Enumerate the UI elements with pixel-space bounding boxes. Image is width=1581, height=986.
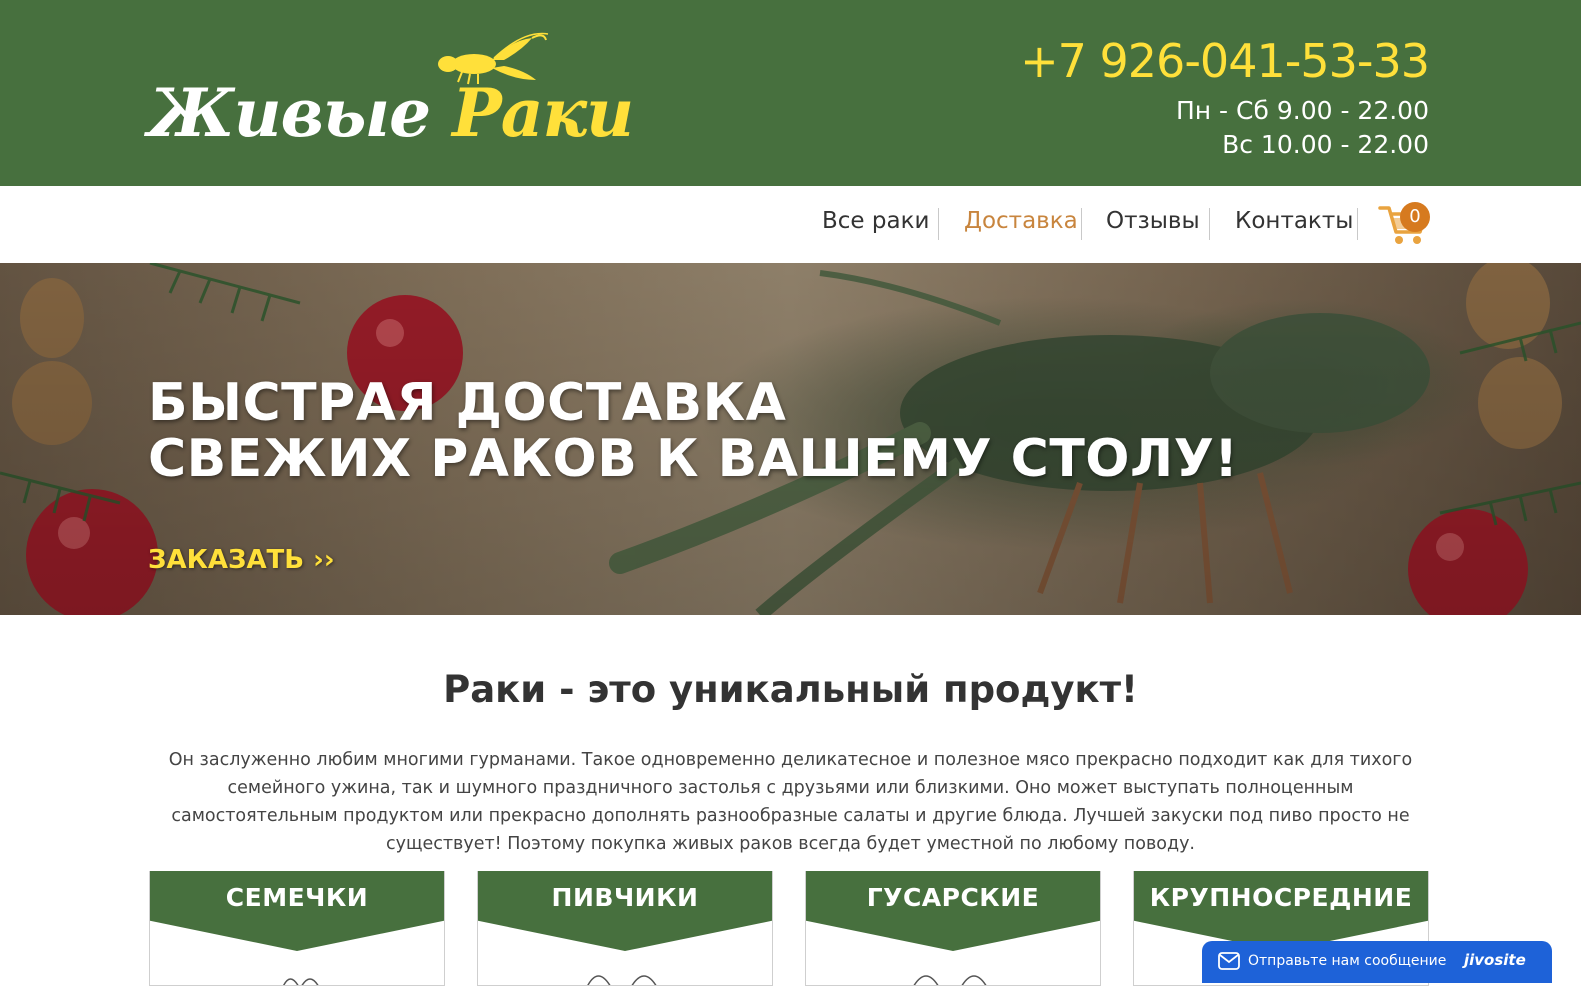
nav-item-reviews[interactable]: Отзывы [1106, 208, 1200, 234]
nav-divider [1357, 208, 1358, 240]
hero-title: БЫСТРАЯ ДОСТАВКА СВЕЖИХ РАКОВ К ВАШЕМУ С… [148, 375, 1239, 487]
crayfish-antenna-icon [283, 978, 319, 985]
order-button[interactable]: ЗАКАЗАТЬ ›› [148, 545, 335, 575]
intro-text: Он заслуженно любим многими гурманами. Т… [168, 750, 1413, 854]
hours-sunday: Вс 10.00 - 22.00 [1222, 130, 1429, 159]
chat-widget-brand: jivosite [1464, 951, 1526, 969]
card-title: ПИВЧИКИ [551, 883, 699, 912]
nav-divider [1081, 208, 1082, 240]
nav-item-contacts[interactable]: Контакты [1235, 208, 1353, 234]
chat-widget-label: Отправьте нам сообщение [1248, 953, 1447, 969]
cart-count-badge[interactable]: 0 [1400, 202, 1430, 232]
nav-item-delivery[interactable]: Доставка [964, 208, 1078, 234]
main-nav: Все раки Доставка Отзывы Контакты 0 [0, 186, 1581, 263]
site-header: Живые Раки +7 926-041-53-33 Пн - Сб 9.00… [0, 0, 1581, 186]
site-logo[interactable]: Живые Раки [148, 30, 634, 152]
category-card-gusarskie[interactable]: ГУСАРСКИЕ [805, 871, 1101, 986]
chat-widget[interactable]: Отправьте нам сообщение jivosite [1202, 941, 1552, 983]
phone-number[interactable]: +7 926-041-53-33 [1020, 34, 1430, 88]
nav-item-all-crayfish[interactable]: Все раки [822, 208, 929, 234]
mail-icon [1218, 952, 1240, 970]
intro-title: Раки - это уникальный продукт! [443, 668, 1138, 711]
card-title: КРУПНОСРЕДНИЕ [1149, 883, 1413, 912]
nav-divider [1209, 208, 1210, 240]
hero-title-line-1: БЫСТРАЯ ДОСТАВКА [148, 373, 787, 433]
logo-word-2: Раки [452, 74, 634, 152]
category-card-semechki[interactable]: СЕМЕЧКИ [149, 871, 445, 986]
category-card-pivchiki[interactable]: ПИВЧИКИ [477, 871, 773, 986]
hours-weekdays: Пн - Сб 9.00 - 22.00 [1175, 96, 1429, 125]
logo-word-1: Живые [148, 74, 431, 152]
hero-title-line-2: СВЕЖИХ РАКОВ К ВАШЕМУ СТОЛУ! [148, 429, 1239, 489]
hero-banner: БЫСТРАЯ ДОСТАВКА СВЕЖИХ РАКОВ К ВАШЕМУ С… [0, 263, 1581, 615]
crayfish-antenna-icon [587, 975, 657, 985]
logo-text: Живые Раки [148, 74, 634, 152]
nav-divider [938, 208, 939, 240]
crayfish-antenna-icon [913, 975, 987, 985]
card-title: ГУСАРСКИЕ [866, 883, 1040, 912]
card-title: СЕМЕЧКИ [225, 883, 369, 912]
